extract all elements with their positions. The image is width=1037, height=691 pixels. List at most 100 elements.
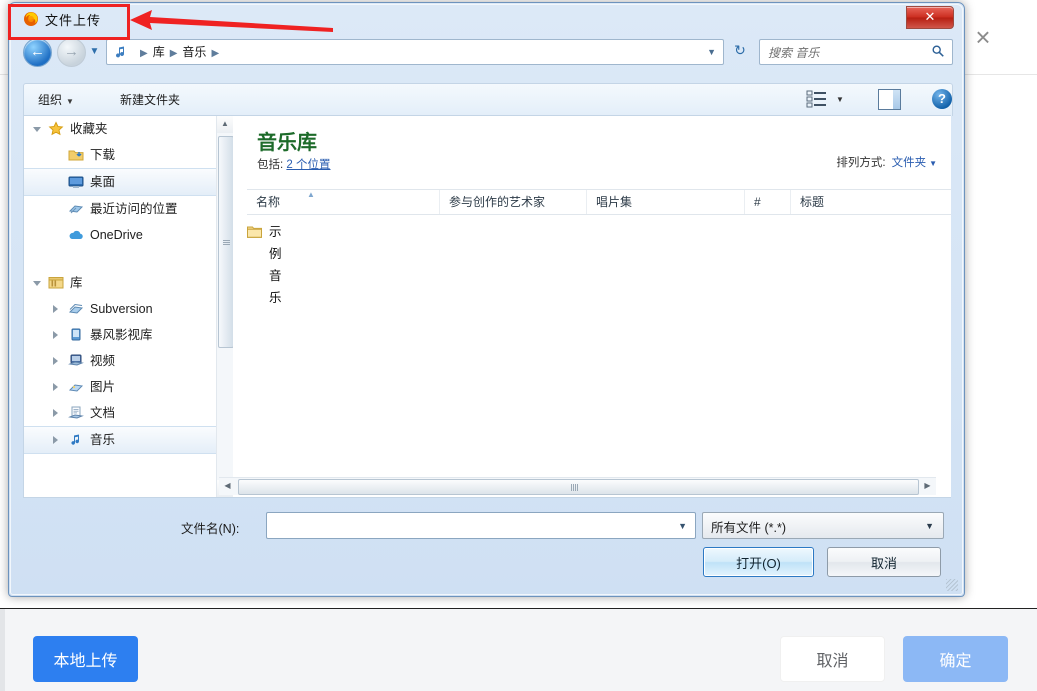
sidebar-group-label: 收藏夹 [70, 122, 108, 136]
refresh-icon[interactable]: ↻ [728, 39, 752, 63]
page-confirm-button[interactable]: 确定 [903, 636, 1008, 682]
breadcrumb-item-1[interactable]: 音乐 [182, 45, 206, 59]
filename-field[interactable]: ▼ [266, 512, 696, 539]
sidebar-item-music[interactable]: 音乐 [24, 426, 216, 454]
new-folder-button[interactable]: 新建文件夹 [120, 91, 180, 108]
window-close-button[interactable]: ✕ [906, 6, 954, 29]
address-bar[interactable]: ▶ 库 ▶ 音乐 ▶ ▼ [106, 39, 724, 65]
sidebar-item-label: 桌面 [90, 175, 116, 189]
breadcrumb-separator-2: ▶ [211, 48, 220, 59]
sidebar-group-label: 库 [70, 276, 83, 290]
library-icon [48, 277, 64, 289]
breadcrumb-item-0[interactable]: 库 [153, 45, 165, 59]
file-name: 示例音乐 [269, 225, 282, 305]
music-library-icon [116, 46, 125, 58]
sidebar-item-baofeng-video[interactable]: 暴风影视库 [24, 322, 216, 348]
dialog-navigation-bar: ← → ▼ ▶ 库 ▶ 音乐 ▶ ▼ ↻ 搜索 音乐 [9, 35, 964, 69]
forward-arrow-icon: → [64, 43, 79, 60]
expand-twisty-icon[interactable] [53, 357, 58, 365]
change-view-icon[interactable] [806, 90, 828, 108]
column-header-name[interactable]: ▲ 名称 [247, 190, 439, 214]
music-icon [71, 434, 80, 445]
chevron-down-icon[interactable]: ▼ [929, 159, 937, 168]
organize-label: 组织 [38, 93, 63, 107]
page-cancel-button[interactable]: 取消 [780, 636, 885, 682]
filetype-value: 所有文件 (*.*) [711, 521, 787, 535]
sidebar-group-libraries[interactable]: 库 [24, 270, 216, 296]
chevron-down-icon[interactable]: ▼ [678, 521, 687, 531]
sidebar-item-label: 音乐 [90, 433, 116, 447]
video-library-icon [71, 328, 81, 341]
filetype-dropdown[interactable]: 所有文件 (*.*) ▼ [702, 512, 944, 539]
library-title: 音乐库 [257, 132, 317, 154]
annotation-highlight-box [8, 4, 130, 40]
column-header-artist[interactable]: 参与创作的艺术家 [439, 190, 586, 214]
library-folder-icon [68, 303, 84, 314]
expand-twisty-icon[interactable] [33, 281, 41, 290]
help-icon[interactable]: ? [932, 89, 952, 109]
view-chevron-down-icon[interactable]: ▼ [836, 95, 844, 104]
forward-button[interactable]: → [57, 38, 86, 67]
dialog-cancel-button[interactable]: 取消 [827, 547, 941, 577]
downloads-icon [68, 150, 84, 161]
expand-twisty-icon[interactable] [53, 331, 58, 339]
back-button[interactable]: ← [23, 38, 52, 67]
screen: × 本地上传 取消 确定 文件上传 ✕ ← → ▼ ▶ 库 ▶ 音乐 ▶ ▼ ↻… [0, 0, 1037, 691]
sidebar-item-label: 图片 [90, 380, 116, 394]
column-header-album[interactable]: 唱片集 [586, 190, 744, 214]
search-icon [932, 45, 944, 57]
scroll-right-icon[interactable]: ▶ [919, 478, 936, 494]
annotation-arrow-icon [130, 10, 333, 32]
close-icon[interactable]: × [969, 24, 997, 52]
sort-ascending-icon: ▲ [307, 190, 315, 199]
column-header-title[interactable]: 标题 [790, 190, 951, 214]
sidebar-item-documents[interactable]: 文档 [24, 400, 216, 426]
arrange-value[interactable]: 文件夹 [892, 157, 927, 169]
sidebar-item-recent-places[interactable]: 最近访问的位置 [24, 196, 216, 222]
sidebar-item-label: 视频 [90, 354, 116, 368]
resize-grip-icon[interactable] [946, 579, 958, 591]
scrollbar-thumb[interactable] [218, 136, 234, 348]
filename-input[interactable] [272, 517, 676, 535]
sidebar-scrollbar[interactable]: ▲ ▼ [216, 116, 234, 497]
recent-locations-caret-icon[interactable]: ▼ [88, 46, 101, 58]
file-upload-dialog: 文件上传 ✕ ← → ▼ ▶ 库 ▶ 音乐 ▶ ▼ ↻ 搜索 音乐 组织 ▼ 新… [8, 2, 965, 597]
folder-icon [247, 226, 262, 238]
filename-label: 文件名(N): [181, 522, 240, 536]
expand-twisty-icon[interactable] [33, 127, 41, 136]
open-button[interactable]: 打开(O) [703, 547, 814, 577]
navigation-sidebar: 收藏夹 下载 桌面 最近访问的位置 OneDrive 库 Subversion … [24, 116, 217, 497]
expand-twisty-icon[interactable] [53, 436, 58, 444]
scroll-up-icon[interactable]: ▲ [217, 116, 233, 133]
preview-pane-icon[interactable] [878, 89, 901, 110]
expand-twisty-icon[interactable] [53, 305, 58, 313]
expand-twisty-icon[interactable] [53, 383, 58, 391]
arrange-by: 排列方式: 文件夹 ▼ [836, 154, 937, 170]
search-box[interactable]: 搜索 音乐 [759, 39, 953, 65]
file-list-horizontal-scrollbar[interactable]: ◀ ▶ [219, 477, 936, 495]
sidebar-item-label: 文档 [90, 406, 116, 420]
column-label: 名称 [256, 195, 281, 209]
sidebar-item-downloads[interactable]: 下载 [24, 142, 216, 168]
sidebar-item-subversion[interactable]: Subversion [24, 296, 216, 322]
sidebar-item-label: OneDrive [90, 228, 143, 242]
sidebar-item-pictures[interactable]: 图片 [24, 374, 216, 400]
sidebar-item-videos[interactable]: 视频 [24, 348, 216, 374]
column-header-track[interactable]: # [744, 190, 790, 214]
sidebar-item-onedrive[interactable]: OneDrive [24, 222, 216, 248]
h-scrollbar-thumb[interactable] [238, 479, 919, 495]
scroll-left-icon[interactable]: ◀ [219, 478, 236, 494]
dialog-content-area: 收藏夹 下载 桌面 最近访问的位置 OneDrive 库 Subversion … [23, 115, 951, 498]
documents-icon [68, 406, 84, 419]
scrollbar-grip-icon [223, 240, 230, 245]
organize-menu-button[interactable]: 组织 ▼ [38, 91, 74, 108]
sidebar-item-desktop[interactable]: 桌面 [24, 168, 216, 196]
desktop-icon [68, 176, 84, 188]
address-caret-icon[interactable]: ▼ [707, 47, 716, 57]
expand-twisty-icon[interactable] [53, 409, 58, 417]
includes-link[interactable]: 2 个位置 [286, 159, 330, 171]
dialog-toolbar: 组织 ▼ 新建文件夹 ▼ ? [23, 83, 953, 116]
local-upload-button[interactable]: 本地上传 [33, 636, 138, 682]
sidebar-group-favorites[interactable]: 收藏夹 [24, 116, 216, 142]
